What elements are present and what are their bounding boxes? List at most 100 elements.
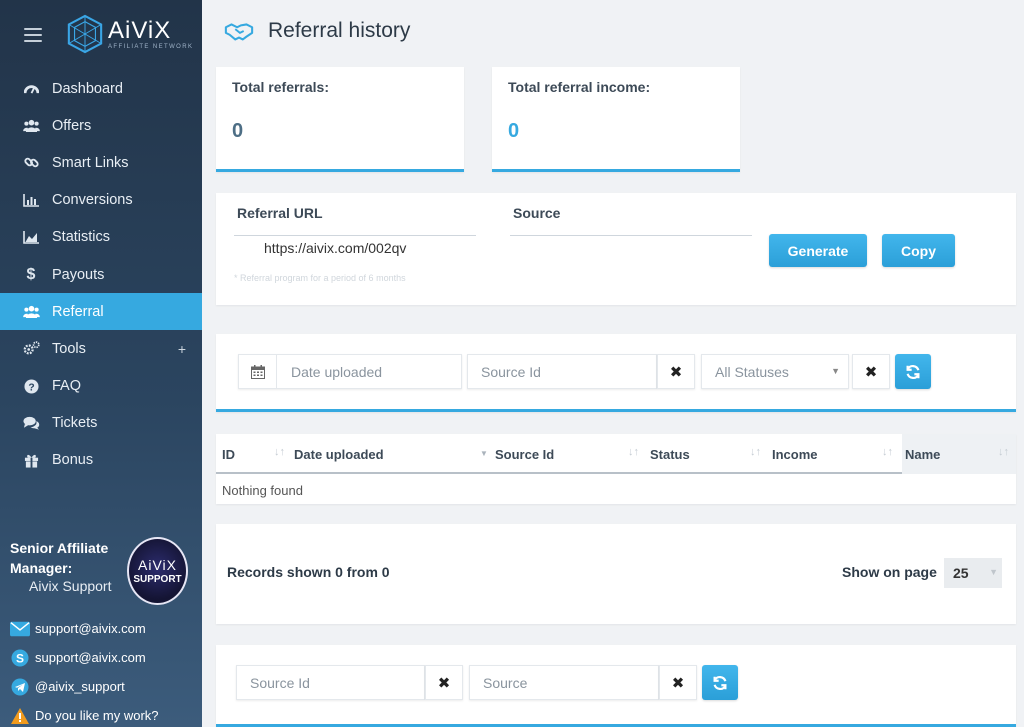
status-select-value: All Statuses xyxy=(715,363,789,380)
close-icon: ✖ xyxy=(669,363,683,381)
copy-button[interactable]: Copy xyxy=(882,234,955,267)
referral-url-divider xyxy=(234,235,476,236)
page-size-select[interactable]: 25 ▼ xyxy=(944,558,1002,588)
status-select[interactable]: All Statuses ▼ xyxy=(701,354,849,389)
bar-chart-icon xyxy=(22,191,40,209)
records-count: Records shown 0 from 0 xyxy=(227,564,390,580)
email-icon xyxy=(10,619,30,639)
refresh-button[interactable] xyxy=(895,354,931,389)
filter-bar: Date uploaded Source Id ✖ All Statuses ▼… xyxy=(216,334,1016,412)
column-label: Date uploaded xyxy=(294,446,384,462)
svg-text:S: S xyxy=(16,651,24,665)
date-uploaded-filter[interactable]: Date uploaded xyxy=(238,354,462,389)
page-size-value: 25 xyxy=(953,565,969,581)
column-label: Source Id xyxy=(495,446,555,462)
affiliate-manager: Senior Affiliate Manager: Aivix Support … xyxy=(0,532,202,622)
column-income[interactable]: Income ↓↑ xyxy=(772,434,902,474)
source-id-placeholder: Source Id xyxy=(250,674,310,691)
sort-desc-icon: ▼ xyxy=(480,449,488,458)
contact-text: @aivix_support xyxy=(35,679,125,694)
manager-avatar: AiViX SUPPORT xyxy=(127,537,188,605)
column-label: Name xyxy=(905,446,941,462)
clear-source-id-button[interactable]: ✖ xyxy=(657,354,695,389)
sort-icon: ↓↑ xyxy=(628,446,639,458)
referral-url-field[interactable]: https://aivix.com/002qv xyxy=(264,240,406,256)
column-status[interactable]: Status ↓↑ xyxy=(650,434,770,474)
clear-source-id-button-2[interactable]: ✖ xyxy=(425,665,463,700)
sidebar-item-tickets[interactable]: Tickets xyxy=(0,405,202,442)
source-label: Source xyxy=(513,205,561,221)
sidebar-item-label: Offers xyxy=(52,117,92,134)
badge-support: SUPPORT xyxy=(133,574,182,585)
source-id-filter[interactable]: Source Id xyxy=(467,354,657,389)
table-header: ID ↓↑ Date uploaded ▼ Source Id ↓↑ Statu… xyxy=(216,434,1016,474)
sidebar-item-referral[interactable]: Referral xyxy=(0,293,202,331)
secondary-filter-bar: Source Id ✖ Source ✖ xyxy=(216,645,1016,727)
hamburger-menu-icon[interactable] xyxy=(24,28,42,42)
chevron-down-icon: ▼ xyxy=(831,366,840,376)
dollar-icon: $ xyxy=(26,265,36,283)
dashboard-icon xyxy=(22,80,40,98)
svg-text:?: ? xyxy=(28,382,34,393)
gift-icon xyxy=(22,451,40,469)
sidebar-item-conversions[interactable]: Conversions xyxy=(0,182,202,219)
brand-subtitle: AFFILIATE NETWORK xyxy=(108,43,194,50)
column-id[interactable]: ID ↓↑ xyxy=(222,434,292,474)
sidebar-item-payouts[interactable]: $ Payouts xyxy=(0,256,202,293)
warning-icon xyxy=(10,706,30,726)
contact-list: support@aivix.com S support@aivix.com @a… xyxy=(0,614,202,727)
brand-logo[interactable]: AiViX AFFILIATE NETWORK xyxy=(66,14,193,54)
column-name[interactable]: Name ↓↑ xyxy=(902,434,1016,474)
source-id-filter-2[interactable]: Source Id xyxy=(236,665,425,700)
contact-skype[interactable]: S support@aivix.com xyxy=(0,643,202,672)
close-icon: ✖ xyxy=(671,674,685,692)
clear-status-button[interactable]: ✖ xyxy=(852,354,890,389)
sidebar-item-bonus[interactable]: Bonus xyxy=(0,442,202,479)
generate-button[interactable]: Generate xyxy=(769,234,867,267)
clear-source-button[interactable]: ✖ xyxy=(659,665,697,700)
page-header: Referral history xyxy=(224,16,410,46)
sidebar-item-label: Tools xyxy=(52,340,86,357)
source-placeholder: Source xyxy=(483,674,528,691)
contact-telegram[interactable]: @aivix_support xyxy=(0,672,202,701)
users-icon xyxy=(22,117,40,135)
refresh-button-2[interactable] xyxy=(702,665,738,700)
contact-text: support@aivix.com xyxy=(35,621,146,636)
handshake-icon xyxy=(224,23,254,41)
referral-table: ID ↓↑ Date uploaded ▼ Source Id ↓↑ Statu… xyxy=(216,434,1016,504)
sidebar-item-label: Bonus xyxy=(52,452,94,469)
telegram-icon xyxy=(10,677,30,697)
feedback-link[interactable]: Do you like my work? xyxy=(0,701,202,727)
column-source-id[interactable]: Source Id ↓↑ xyxy=(495,434,650,474)
refresh-icon xyxy=(713,675,727,690)
sidebar-item-label: Payouts xyxy=(52,266,105,283)
sidebar-item-faq[interactable]: ? FAQ xyxy=(0,368,202,405)
column-date-uploaded[interactable]: Date uploaded ▼ xyxy=(294,434,494,474)
contact-email[interactable]: support@aivix.com xyxy=(0,614,202,643)
sidebar-header: AiViX AFFILIATE NETWORK xyxy=(0,0,202,70)
brand-name: AiViX xyxy=(108,16,172,44)
source-input[interactable] xyxy=(510,235,752,236)
calendar-icon xyxy=(239,355,277,388)
sidebar-item-offers[interactable]: Offers xyxy=(0,107,202,144)
expand-plus-icon[interactable]: + xyxy=(178,341,186,357)
column-label: Status xyxy=(650,446,690,462)
comments-icon xyxy=(22,414,40,432)
show-on-page-label: Show on page xyxy=(842,564,937,580)
sidebar-item-label: Referral xyxy=(52,303,104,320)
sidebar-item-statistics[interactable]: Statistics xyxy=(0,219,202,256)
source-filter[interactable]: Source xyxy=(469,665,659,700)
sidebar-item-dashboard[interactable]: Dashboard xyxy=(0,70,202,107)
sidebar-item-label: Dashboard xyxy=(52,80,123,97)
contact-text: Do you like my work? xyxy=(35,708,159,723)
source-id-placeholder: Source Id xyxy=(481,363,541,380)
skype-icon: S xyxy=(10,648,30,668)
sidebar-nav: Dashboard Offers Smart Links Conversions… xyxy=(0,70,202,479)
sidebar-item-smart-links[interactable]: Smart Links xyxy=(0,144,202,181)
logo-hexagon-icon xyxy=(67,14,103,54)
sidebar-item-tools[interactable]: Tools + xyxy=(0,330,202,367)
total-referrals-label: Total referrals: xyxy=(232,79,329,95)
referral-url-card: Referral URL https://aivix.com/002qv Sou… xyxy=(216,193,1016,305)
page-title: Referral history xyxy=(268,19,411,42)
column-label: ID xyxy=(222,446,235,462)
